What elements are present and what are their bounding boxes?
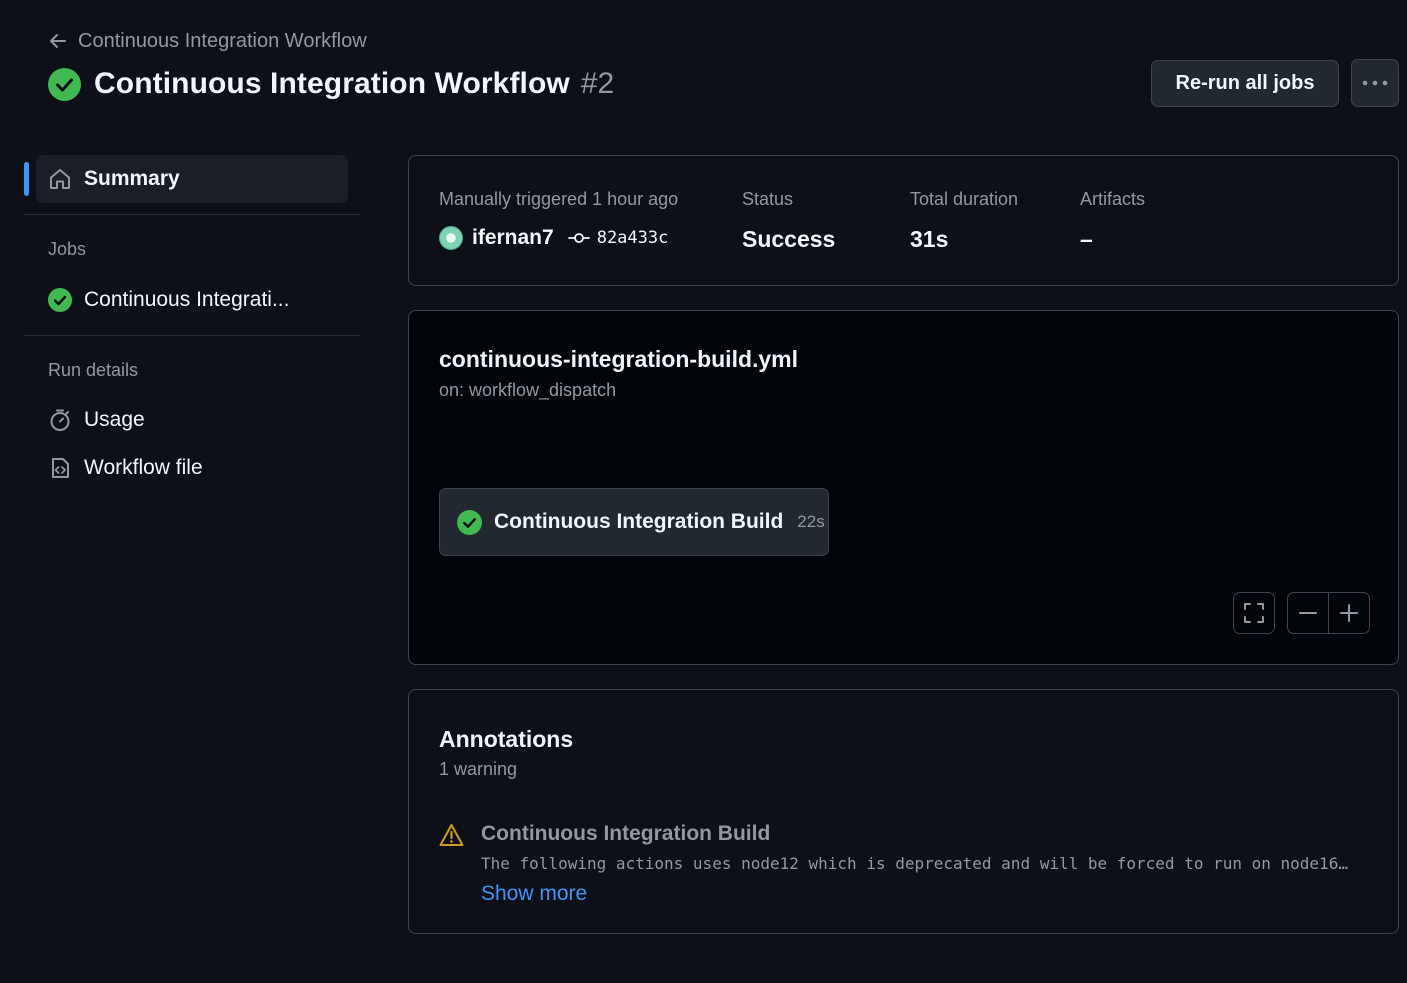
status-value: Success	[742, 226, 836, 252]
kebab-horizontal-icon	[1362, 80, 1388, 86]
annotation-job-name: Continuous Integration Build	[481, 822, 771, 845]
home-icon	[48, 167, 72, 191]
git-commit-icon	[567, 232, 590, 244]
artifacts-label: Artifacts	[1080, 189, 1146, 209]
sidebar-item-label: Usage	[84, 408, 145, 431]
more-options-button[interactable]	[1351, 59, 1399, 107]
sidebar-item-workflow-file[interactable]: Workflow file	[48, 452, 203, 484]
duration-value: 31s	[910, 226, 949, 252]
sidebar-divider	[24, 335, 360, 336]
sidebar-item-job[interactable]: Continuous Integrati...	[48, 284, 289, 316]
show-more-link[interactable]: Show more	[481, 882, 587, 906]
artifacts-value: –	[1080, 226, 1093, 252]
alert-icon	[439, 823, 464, 847]
sidebar-item-usage[interactable]: Usage	[48, 404, 145, 436]
page-title: Continuous Integration Workflow #2	[48, 64, 614, 104]
check-circle-icon	[48, 67, 81, 101]
trigger-label: Manually triggered 1 hour ago	[439, 189, 679, 209]
annotations-title: Annotations	[439, 726, 574, 752]
plus-icon	[1339, 603, 1359, 623]
job-node[interactable]: Continuous Integration Build 22s	[439, 488, 829, 556]
jobs-heading: Jobs	[48, 239, 87, 259]
sidebar-item-label: Continuous Integrati...	[84, 288, 290, 311]
run-details-heading: Run details	[48, 360, 139, 380]
workflow-title: Continuous Integration Workflow	[94, 67, 570, 100]
check-circle-icon	[457, 509, 482, 535]
sidebar-item-summary[interactable]: Summary	[36, 155, 348, 203]
job-node-label: Continuous Integration Build	[494, 510, 784, 533]
annotation-message: The following actions uses node12 which …	[481, 854, 1348, 873]
arrow-left-icon	[48, 31, 68, 51]
status-label: Status	[742, 189, 794, 209]
actor-link[interactable]: ifernan7	[472, 226, 554, 250]
active-indicator	[24, 162, 29, 196]
sidebar-divider	[24, 214, 360, 215]
file-code-icon	[48, 456, 72, 480]
screen-full-icon	[1243, 602, 1265, 624]
fullscreen-button[interactable]	[1233, 592, 1275, 634]
avatar[interactable]	[439, 226, 463, 250]
dash-icon	[1298, 603, 1318, 623]
zoom-in-button[interactable]	[1328, 592, 1370, 634]
run-number: #2	[580, 67, 615, 100]
workflow-trigger: on: workflow_dispatch	[439, 380, 617, 400]
commit-link[interactable]: 82a433c	[597, 228, 669, 248]
check-circle-icon	[48, 288, 72, 312]
sidebar-item-label: Workflow file	[84, 456, 203, 479]
sidebar-item-label: Summary	[84, 167, 180, 190]
actor-row: ifernan7 82a433c	[439, 226, 668, 250]
annotations-count: 1 warning	[439, 759, 518, 779]
stopwatch-icon	[48, 408, 72, 432]
duration-label: Total duration	[910, 189, 1019, 209]
back-link[interactable]: Continuous Integration Workflow	[48, 28, 367, 54]
rerun-all-jobs-button[interactable]: Re-run all jobs	[1151, 60, 1339, 107]
back-link-label: Continuous Integration Workflow	[78, 29, 367, 52]
run-summary-card	[408, 155, 1399, 286]
job-node-duration: 22s	[797, 512, 825, 531]
zoom-out-button[interactable]	[1287, 592, 1329, 634]
workflow-file-name: continuous-integration-build.yml	[439, 346, 799, 372]
